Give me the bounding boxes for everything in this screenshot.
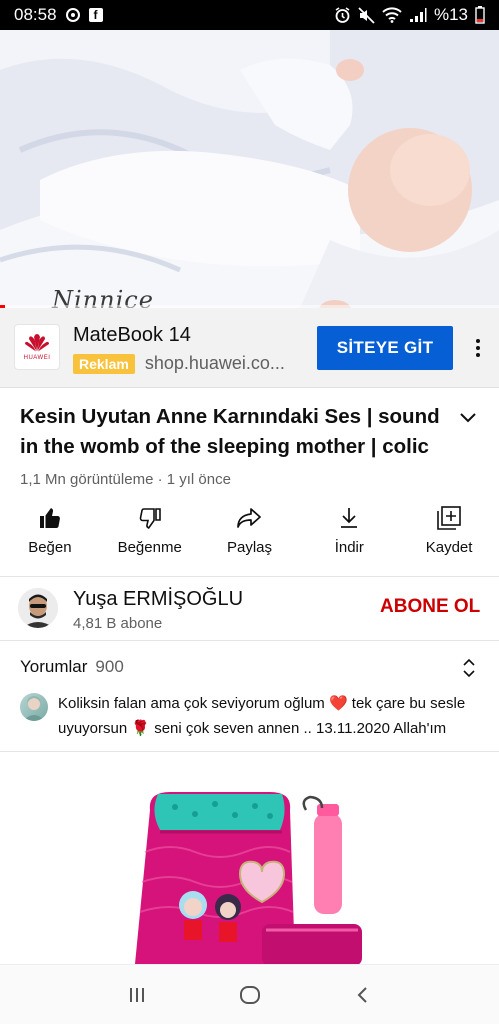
- facebook-icon: f: [88, 8, 103, 22]
- channel-row[interactable]: Yuşa ERMİŞOĞLU 4,81 B abone ABONE OL: [0, 578, 499, 640]
- share-icon: [236, 505, 262, 531]
- video-meta: 1,1 Mn görüntüleme · 1 yıl önce: [20, 471, 231, 488]
- system-navigation-bar: [0, 964, 499, 1024]
- like-button[interactable]: Beğen: [0, 505, 100, 567]
- battery-icon: [475, 6, 485, 24]
- top-comment-text: Koliksin falan ama çok seviyorum oğlum ❤…: [58, 695, 466, 737]
- chevron-down-icon[interactable]: [457, 406, 479, 428]
- divider: [0, 576, 499, 577]
- save-label: Kaydet: [425, 539, 473, 556]
- thumbs-up-icon: [37, 505, 63, 531]
- recent-apps-icon[interactable]: [117, 975, 157, 1015]
- ad-title[interactable]: MateBook 14: [73, 324, 191, 347]
- save-playlist-icon: [436, 505, 462, 531]
- comments-label: Yorumlar: [20, 657, 88, 676]
- share-label: Paylaş: [226, 539, 272, 556]
- alarm-icon: [334, 6, 351, 24]
- channel-name[interactable]: Yuşa ERMİŞOĞLU: [73, 588, 243, 611]
- sync-icon: [65, 7, 81, 23]
- product-ad-image[interactable]: [0, 752, 499, 964]
- channel-avatar[interactable]: [18, 588, 58, 628]
- huawei-petal-icon: [25, 334, 49, 352]
- like-label: Beğen: [28, 539, 72, 556]
- commenter-avatar[interactable]: [20, 693, 48, 721]
- expand-collapse-icon[interactable]: [460, 657, 478, 679]
- download-icon: [336, 505, 362, 531]
- subscribe-button[interactable]: ABONE OL: [380, 596, 480, 618]
- save-button[interactable]: Kaydet: [399, 505, 499, 567]
- thumbs-down-icon: [137, 505, 163, 531]
- more-options-icon[interactable]: [470, 336, 486, 360]
- signal-icon: [409, 7, 427, 23]
- ad-domain[interactable]: shop.huawei.co...: [145, 353, 285, 374]
- status-time: 08:58: [14, 5, 57, 24]
- status-bar: 08:58 f %13: [0, 0, 499, 30]
- comments-section[interactable]: Yorumlar 900 Koliksin falan ama çok sevi…: [0, 641, 499, 751]
- pink-backpack-image: [0, 752, 499, 964]
- ad-banner[interactable]: HUAWEI MateBook 14 Reklam shop.huawei.co…: [0, 308, 499, 388]
- video-title[interactable]: Kesin Uyutan Anne Karnındaki Ses | sound…: [20, 402, 450, 462]
- video-player[interactable]: Ninnice: [0, 30, 499, 308]
- share-button[interactable]: Paylaş: [200, 505, 300, 567]
- wifi-icon: [382, 7, 402, 23]
- huawei-logo: HUAWEI: [14, 324, 60, 370]
- sleeping-baby-thumbnail: [0, 30, 499, 308]
- subscriber-count: 4,81 B abone: [73, 615, 163, 632]
- visit-site-button[interactable]: SİTEYE GİT: [317, 326, 453, 370]
- dislike-label: Beğenme: [117, 539, 182, 556]
- download-button[interactable]: İndir: [299, 505, 399, 567]
- back-icon[interactable]: [343, 975, 383, 1015]
- ad-badge: Reklam: [73, 353, 135, 374]
- battery-percent: %13: [433, 5, 468, 24]
- huawei-logo-text: HUAWEI: [23, 355, 51, 361]
- comments-count: 900: [95, 657, 124, 676]
- download-label: İndir: [334, 539, 364, 556]
- home-icon[interactable]: [230, 975, 270, 1015]
- mute-icon: [358, 6, 375, 24]
- dislike-button[interactable]: Beğenme: [100, 505, 200, 567]
- action-bar: Beğen Beğenme Paylaş İndir Kaydet: [0, 505, 499, 567]
